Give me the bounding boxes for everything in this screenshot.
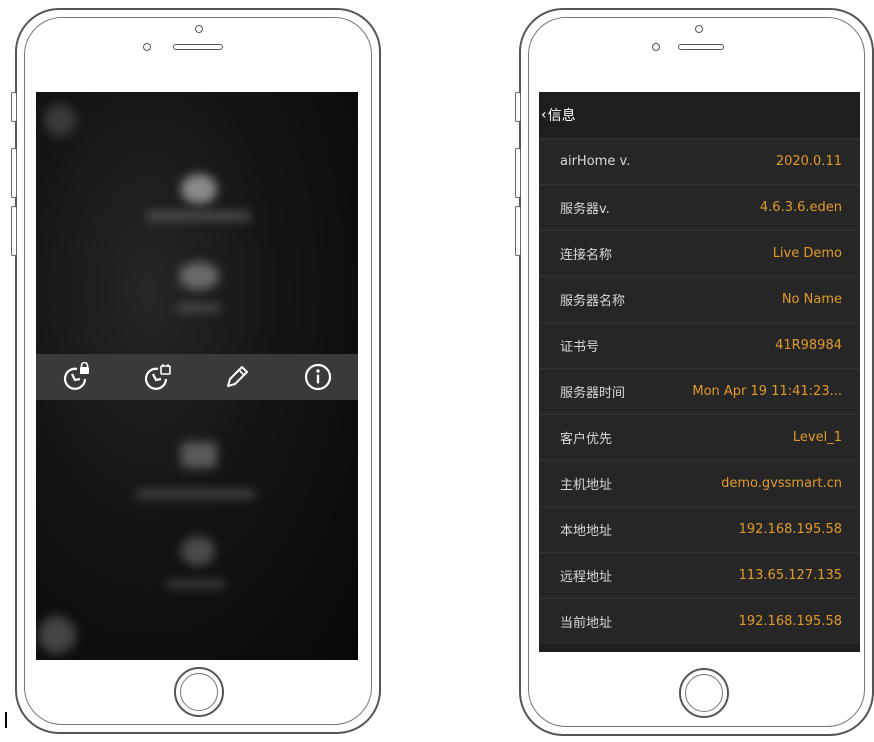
right-phone-mute-switch <box>515 92 521 122</box>
info-row-value: 4.6.3.6.eden <box>759 200 842 215</box>
info-row-label: 服务器时间 <box>560 386 626 401</box>
info-row-label: 服务器名称 <box>560 294 626 309</box>
blurred-menu-label <box>146 212 251 220</box>
info-row: 服务器时间 Mon Apr 19 11:41:23... <box>539 368 860 414</box>
right-screen-info-page: ‹ 信息 airHome v. 2020.0.11 服务器v. 4.6.3.6.ede… <box>539 92 860 652</box>
chevron-left-icon: ‹ <box>541 107 547 123</box>
info-row-value: 41R98984 <box>775 338 842 353</box>
nav-title: 信息 <box>547 108 576 124</box>
info-row: 服务器名称 No Name <box>539 276 860 322</box>
info-row-value: demo.gvssmart.cn <box>721 476 842 491</box>
info-row: 本地地址 192.168.195.58 <box>539 506 860 552</box>
left-phone-volume-up <box>11 148 17 198</box>
right-phone-volume-down <box>515 206 521 256</box>
left-phone-volume-down <box>11 206 17 256</box>
action-toolbar <box>36 354 358 400</box>
info-row: 主机地址 demo.gvssmart.cn <box>539 460 860 506</box>
blurred-corner-icon <box>38 616 76 654</box>
text-cursor <box>5 712 7 728</box>
info-row-value: 113.65.127.135 <box>738 568 842 583</box>
right-phone-speaker <box>678 44 724 50</box>
right-phone-home-button <box>679 668 729 718</box>
info-row: 远程地址 113.65.127.135 <box>539 552 860 598</box>
info-row: 服务器v. 4.6.3.6.eden <box>539 184 860 230</box>
left-phone-home-button <box>174 667 224 717</box>
left-screen <box>36 92 358 660</box>
info-list: airHome v. 2020.0.11 服务器v. 4.6.3.6.eden 连接名称… <box>539 138 860 644</box>
blurred-menu-icon <box>181 536 215 566</box>
blurred-menu-label <box>136 490 256 498</box>
info-row-label: 客户优先 <box>560 432 613 447</box>
right-phone-sensor-icon <box>652 43 660 51</box>
info-row: 连接名称 Live Demo <box>539 230 860 276</box>
info-row-value: 2020.0.11 <box>775 154 842 169</box>
info-row-value: No Name <box>781 292 842 307</box>
info-row-label: airHome v. <box>560 154 631 169</box>
blurred-menu-icon <box>179 262 219 290</box>
pencil-icon[interactable] <box>220 360 254 394</box>
info-row: 客户优先 Level_1 <box>539 414 860 460</box>
blurred-menu-icon <box>181 442 217 468</box>
timer-calendar-icon[interactable] <box>140 360 174 394</box>
blurred-menu-icon <box>181 174 217 204</box>
left-phone-mute-switch <box>11 92 17 122</box>
info-row-value: Mon Apr 19 11:41:23... <box>692 384 842 399</box>
timer-lock-icon[interactable] <box>59 360 93 394</box>
info-row-label: 远程地址 <box>560 570 613 585</box>
info-row-value: 192.168.195.58 <box>738 522 842 537</box>
blurred-corner-icon <box>44 104 76 136</box>
info-row: 当前地址 192.168.195.58 <box>539 598 860 644</box>
left-phone-speaker <box>173 44 223 50</box>
left-phone-camera-icon <box>195 25 203 33</box>
info-row-value: Live Demo <box>772 246 842 261</box>
right-phone-volume-up <box>515 148 521 198</box>
blurred-menu-label <box>166 580 226 588</box>
left-phone-sensor-icon <box>143 43 151 51</box>
info-icon[interactable] <box>301 360 335 394</box>
blurred-menu-label <box>176 304 221 312</box>
info-row: 证书号 41R98984 <box>539 322 860 368</box>
info-row-value: 192.168.195.58 <box>738 614 842 629</box>
info-row-label: 连接名称 <box>560 248 613 263</box>
info-row-label: 本地地址 <box>560 524 613 539</box>
back-button[interactable]: ‹ 信息 <box>541 105 576 125</box>
info-row-label: 主机地址 <box>560 478 613 493</box>
info-row-label: 服务器v. <box>560 202 610 217</box>
info-row: airHome v. 2020.0.11 <box>539 138 860 184</box>
info-row-value: Level_1 <box>792 430 842 445</box>
info-row-label: 当前地址 <box>560 616 613 631</box>
info-row-label: 证书号 <box>560 340 600 355</box>
nav-bar: ‹ 信息 <box>539 92 860 138</box>
right-phone-camera-icon <box>695 25 703 33</box>
